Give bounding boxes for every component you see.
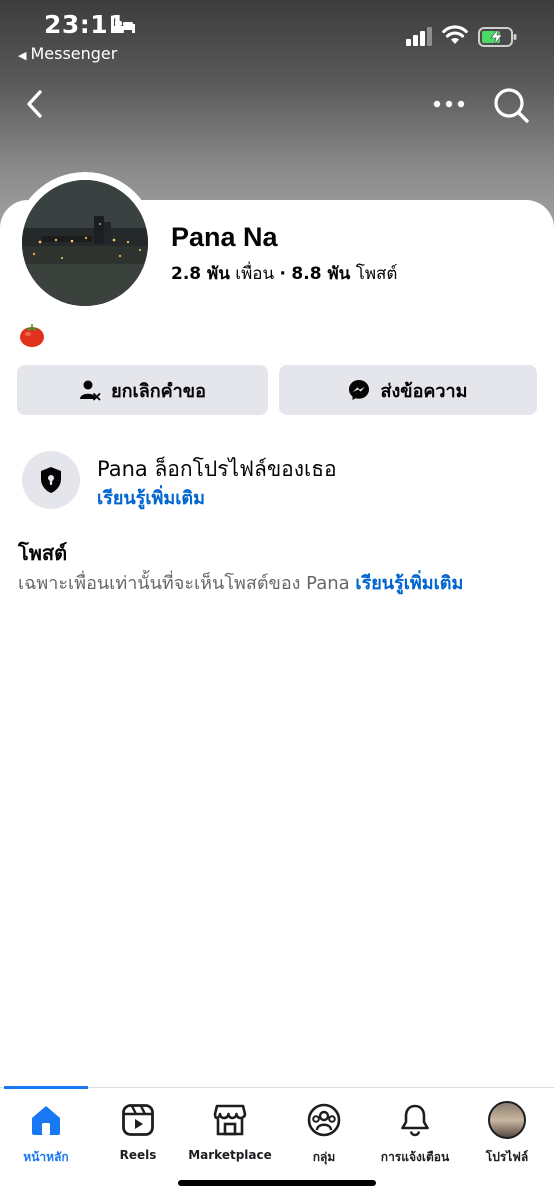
back-arrow-icon[interactable] [20, 86, 50, 122]
tab-home-label: หน้าหลัก [23, 1150, 69, 1164]
posts-count: 8.8 พัน [291, 264, 351, 284]
wifi-icon [442, 25, 468, 44]
bell-icon [401, 1104, 429, 1137]
posts-description-text: เฉพาะเพื่อนเท่านั้นที่จะเห็นโพสต์ของ Pan… [18, 573, 350, 594]
tab-notifications[interactable]: การแจ้งเตือน [372, 1100, 458, 1167]
tab-reels[interactable]: Reels [98, 1100, 178, 1162]
profile-avatar[interactable] [22, 180, 148, 306]
marketplace-icon [213, 1104, 247, 1136]
tab-home[interactable]: หน้าหลัก [6, 1100, 86, 1167]
cancel-request-button[interactable]: ยกเลิกคำขอ [17, 365, 268, 415]
groups-icon [307, 1103, 341, 1137]
learn-more-link[interactable]: เรียนรู้เพิ่มเติม [97, 483, 205, 512]
back-triangle-icon: ◀ [18, 49, 27, 62]
home-icon [32, 1106, 60, 1135]
sleep-focus-icon [111, 18, 135, 33]
reels-icon [122, 1104, 154, 1136]
locked-profile-badge [22, 451, 80, 509]
posts-learn-more-link[interactable]: เรียนรู้เพิ่มเติม [355, 573, 463, 594]
tab-marketplace-label: Marketplace [188, 1148, 272, 1162]
city-night-photo [22, 180, 148, 306]
battery-charging-icon [478, 27, 517, 47]
profile-avatar-thumbnail [488, 1101, 526, 1139]
back-to-app-link[interactable]: ◀ Messenger [18, 44, 117, 63]
tab-marketplace[interactable]: Marketplace [184, 1100, 276, 1162]
cancel-request-label: ยกเลิกคำขอ [111, 380, 206, 402]
stats-separator: · [279, 264, 287, 284]
tab-groups-label: กลุ่ม [312, 1150, 336, 1164]
profile-stats: 2.8 พัน เพื่อน · 8.8 พัน โพสต์ [171, 260, 397, 287]
back-app-label: Messenger [30, 44, 118, 63]
posts-heading: โพสต์ [18, 541, 68, 565]
tab-notifications-label: การแจ้งเตือน [380, 1150, 450, 1164]
posts-label: โพสต์ [355, 264, 398, 284]
profile-sheet [0, 200, 554, 1199]
cellular-signal-icon [406, 27, 432, 46]
status-bar: 23:11 ◀ Messenger [0, 0, 554, 70]
friends-count[interactable]: 2.8 พัน [171, 264, 230, 284]
tab-profile[interactable]: โปรไฟล์ [466, 1100, 548, 1167]
send-message-label: ส่งข้อความ [380, 380, 468, 402]
locked-profile-title: Pana ล็อกโปรไฟล์ของเธอ [97, 457, 337, 481]
friends-label[interactable]: เพื่อน [235, 264, 274, 284]
posts-description: เฉพาะเพื่อนเท่านั้นที่จะเห็นโพสต์ของ Pan… [18, 568, 463, 597]
tab-groups[interactable]: กลุ่ม [284, 1100, 364, 1167]
active-tab-indicator [4, 1086, 88, 1089]
home-indicator [178, 1180, 376, 1186]
messenger-icon [349, 380, 370, 400]
shield-lock-icon [41, 467, 61, 493]
more-options-icon[interactable] [432, 92, 466, 116]
tomato-icon [20, 324, 44, 347]
cancel-friend-request-icon [80, 380, 101, 401]
tab-reels-label: Reels [119, 1148, 157, 1162]
search-icon[interactable] [492, 86, 530, 124]
tab-profile-label: โปรไฟล์ [485, 1150, 529, 1164]
profile-name: Pana Na [171, 222, 278, 252]
send-message-button[interactable]: ส่งข้อความ [279, 365, 537, 415]
